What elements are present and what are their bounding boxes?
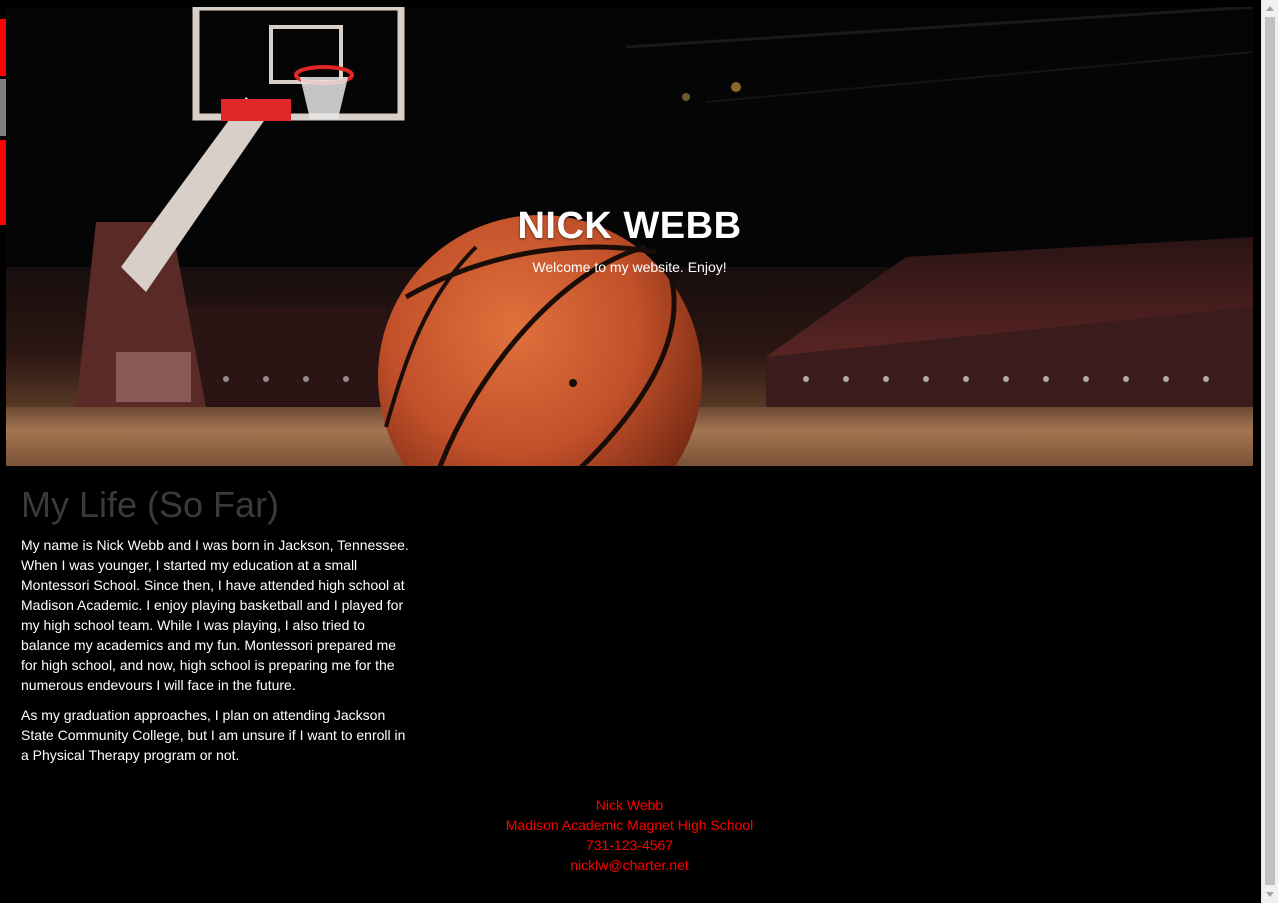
- main-content: My Life (So Far) My name is Nick Webb an…: [21, 483, 411, 775]
- footer-email: nicklw@charter.net: [570, 857, 689, 873]
- vertical-scrollbar[interactable]: [1261, 0, 1278, 903]
- scroll-up-arrow-icon[interactable]: [1266, 6, 1274, 11]
- footer-name: Nick Webb: [595, 797, 664, 813]
- hero-title: NICK WEBB: [517, 205, 742, 247]
- section-heading: My Life (So Far): [21, 484, 280, 525]
- bio-paragraph-1: My name is Nick Webb and I was born in J…: [21, 537, 409, 693]
- scroll-thumb[interactable]: [1265, 17, 1275, 885]
- bio-paragraph-2: As my graduation approaches, I plan on a…: [21, 707, 406, 763]
- footer-phone: 731-123-4567: [585, 837, 674, 853]
- hero-banner: NICK WEBB Welcome to my website. Enjoy!: [6, 7, 1253, 466]
- footer-contact: Nick Webb Madison Academic Magnet High S…: [6, 795, 1253, 875]
- footer-school: Madison Academic Magnet High School: [505, 817, 754, 833]
- hero-subtitle: Welcome to my website. Enjoy!: [532, 259, 727, 275]
- scroll-down-arrow-icon[interactable]: [1266, 892, 1274, 897]
- page: s: [0, 0, 1278, 903]
